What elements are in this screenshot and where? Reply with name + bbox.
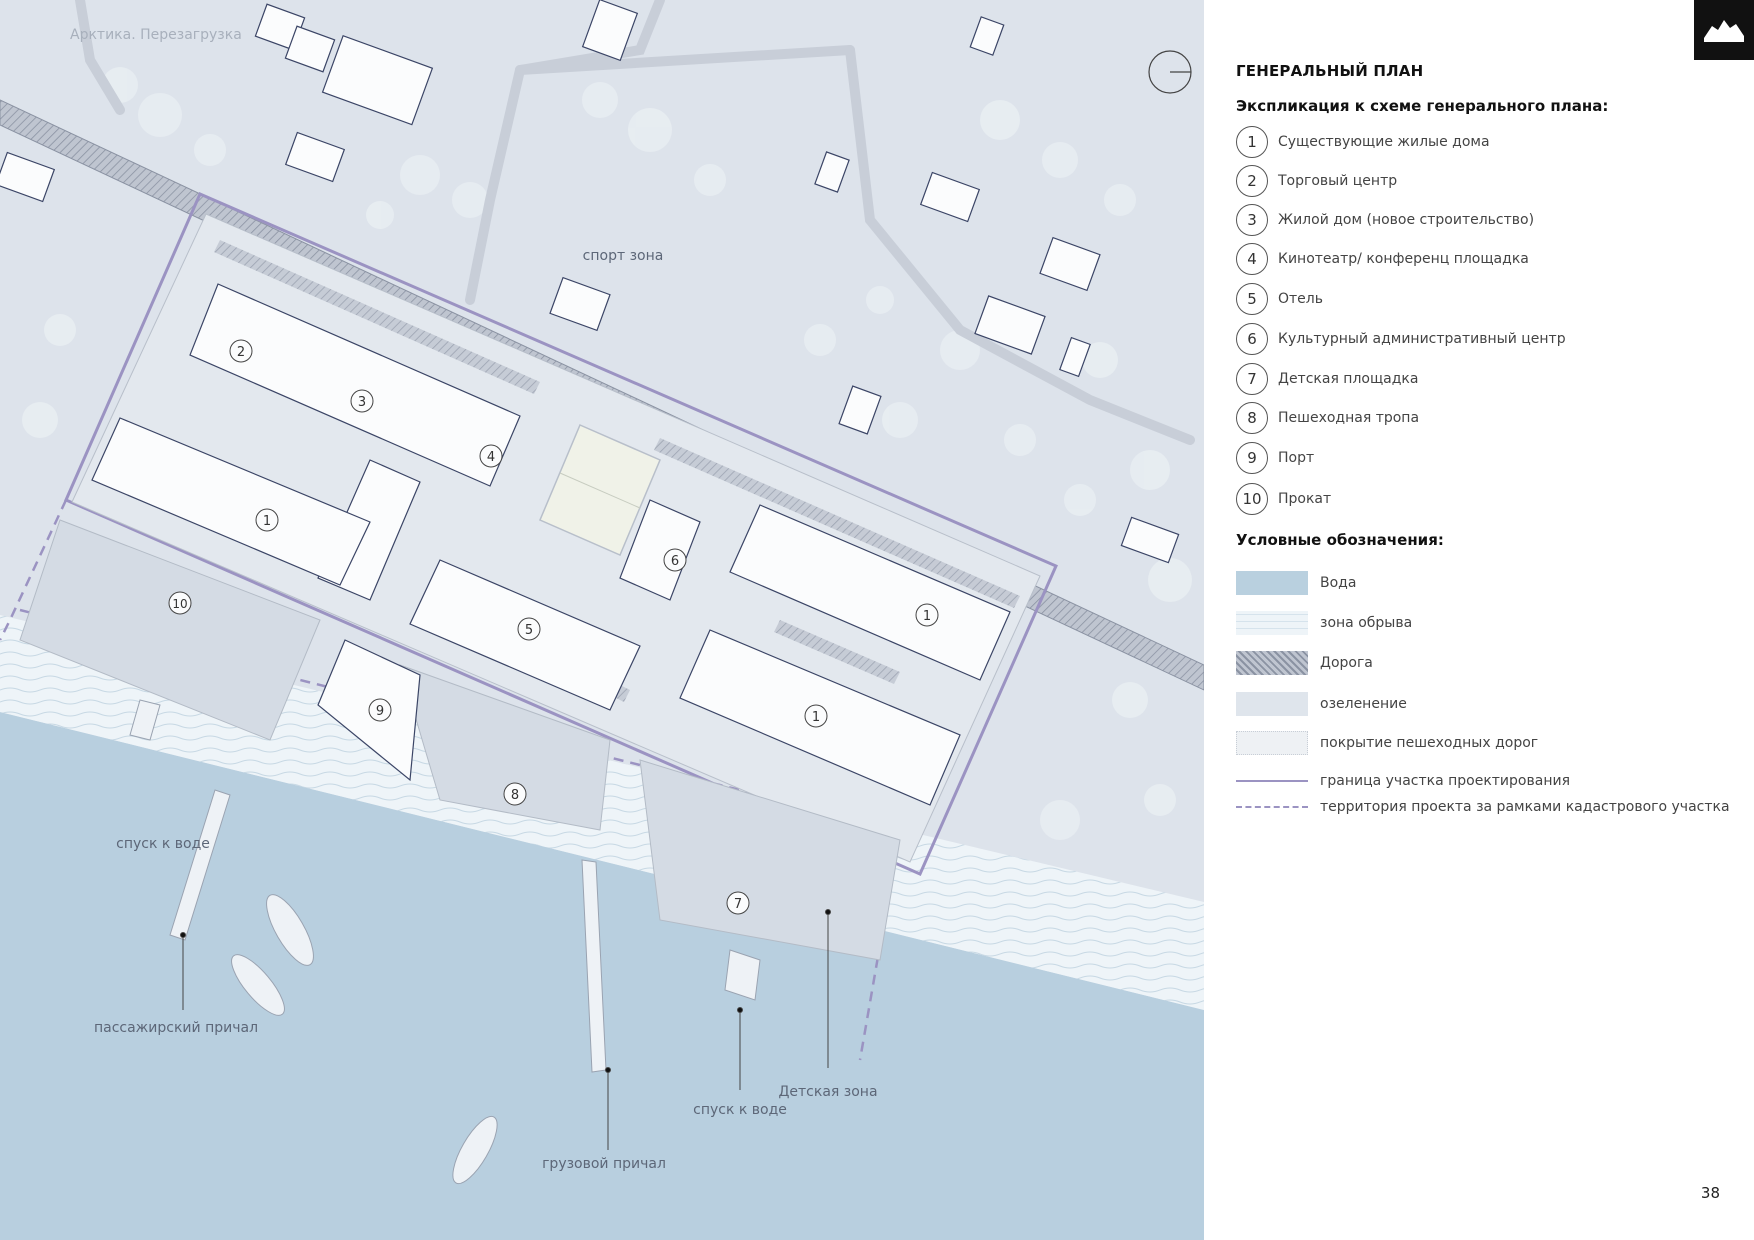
label-cargo-pier: грузовой причал: [542, 1156, 666, 1172]
explication-item: 3 Жилой дом (новое строительство): [1236, 203, 1534, 237]
legend-label: Дорога: [1320, 655, 1373, 671]
water-swatch: [1236, 571, 1308, 595]
number-badge: 6: [1236, 323, 1268, 355]
marker-9: 9: [376, 704, 384, 719]
marker-10: 10: [172, 597, 187, 611]
label-kids-zone: Детская зона: [778, 1084, 878, 1100]
explication-item: 10 Прокат: [1236, 482, 1331, 516]
explication-label: Прокат: [1278, 491, 1332, 507]
explication-title: Экспликация к схеме генерального плана:: [1236, 97, 1609, 115]
marker-8: 8: [511, 788, 519, 803]
legend-item: территория проекта за рамками кадастрово…: [1236, 794, 1730, 820]
number-badge: 10: [1236, 483, 1268, 515]
legend-title: Условные обозначения:: [1236, 531, 1444, 549]
explication-item: 5 Отель: [1236, 282, 1323, 316]
green-swatch: [1236, 692, 1308, 716]
boundary-line-swatch: [1236, 780, 1308, 782]
explication-label: Отель: [1278, 291, 1323, 307]
label-sport-zone: спорт зона: [582, 248, 664, 264]
site-plan-drawing: 2 3 4 1 5 6 1 1 9 10 8 7: [0, 0, 1204, 1240]
legend-item: озеленение: [1236, 691, 1407, 717]
legend-label: зона обрыва: [1320, 615, 1413, 631]
explication-item: 8 Пешеходная тропа: [1236, 401, 1419, 435]
explication-label: Торговый центр: [1278, 173, 1398, 189]
legend-label: граница участка проектирования: [1320, 773, 1570, 789]
legend-label: покрытие пешеходных дорог: [1320, 735, 1539, 751]
walkway-swatch: [1236, 731, 1308, 755]
explication-label: Детская площадка: [1278, 371, 1419, 387]
label-passenger-pier: пассажирский причал: [93, 1020, 259, 1036]
number-badge: 8: [1236, 402, 1268, 434]
legend-label: Вода: [1320, 575, 1357, 591]
legend-label: озеленение: [1320, 696, 1407, 712]
number-badge: 1: [1236, 126, 1268, 158]
panel-title: ГЕНЕРАЛЬНЫЙ ПЛАН: [1236, 62, 1424, 80]
label-descent-right: спуск к воде: [693, 1102, 787, 1118]
legend-item: граница участка проектирования: [1236, 768, 1570, 794]
explication-label: Кинотеатр/ конференц площадка: [1278, 251, 1529, 267]
marker-4: 4: [487, 450, 495, 465]
explication-label: Жилой дом (новое строительство): [1278, 212, 1535, 228]
legend-label: территория проекта за рамками кадастрово…: [1320, 799, 1730, 815]
legend-item: Дорога: [1236, 650, 1373, 676]
explication-label: Порт: [1278, 450, 1315, 466]
label-descent-left: спуск к воде: [116, 836, 210, 852]
project-subtitle: Арктика. Перезагрузка: [70, 27, 242, 43]
marker-5: 5: [525, 623, 533, 638]
explication-label: Пешеходная тропа: [1278, 410, 1420, 426]
explication-item: 6 Культурный административный центр: [1236, 322, 1566, 356]
marker-2: 2: [237, 345, 245, 360]
number-badge: 2: [1236, 165, 1268, 197]
marker-6: 6: [671, 554, 679, 569]
marker-1-right-upper: 1: [923, 609, 931, 624]
explication-item: 1 Существующие жилые дома: [1236, 125, 1490, 159]
page-number: 38: [1700, 1184, 1720, 1202]
cliff-swatch: [1236, 611, 1308, 635]
legend-item: покрытие пешеходных дорог: [1236, 730, 1538, 756]
legend-item: зона обрыва: [1236, 610, 1412, 636]
legend-item: Вода: [1236, 570, 1356, 596]
marker-1-left: 1: [263, 514, 271, 529]
number-badge: 4: [1236, 243, 1268, 275]
site-plan-map: 2 3 4 1 5 6 1 1 9 10 8 7 Арктика. Переза…: [0, 0, 1204, 1240]
legend-panel: ГЕНЕРАЛЬНЫЙ ПЛАН Экспликация к схеме ген…: [1204, 0, 1754, 1240]
explication-item: 9 Порт: [1236, 441, 1314, 475]
explication-item: 7 Детская площадка: [1236, 362, 1418, 396]
logo-icon: [1704, 20, 1744, 42]
number-badge: 9: [1236, 442, 1268, 474]
marker-7: 7: [734, 897, 742, 912]
explication-label: Существующие жилые дома: [1278, 134, 1490, 150]
marker-1-right-lower: 1: [812, 710, 820, 725]
explication-item: 4 Кинотеатр/ конференц площадка: [1236, 242, 1529, 276]
explication-item: 2 Торговый центр: [1236, 164, 1397, 198]
logo: [1694, 0, 1754, 60]
dashed-line-swatch: [1236, 806, 1308, 808]
marker-3: 3: [358, 395, 366, 410]
number-badge: 5: [1236, 283, 1268, 315]
explication-label: Культурный административный центр: [1278, 331, 1566, 347]
number-badge: 7: [1236, 363, 1268, 395]
number-badge: 3: [1236, 204, 1268, 236]
road-swatch: [1236, 651, 1308, 675]
